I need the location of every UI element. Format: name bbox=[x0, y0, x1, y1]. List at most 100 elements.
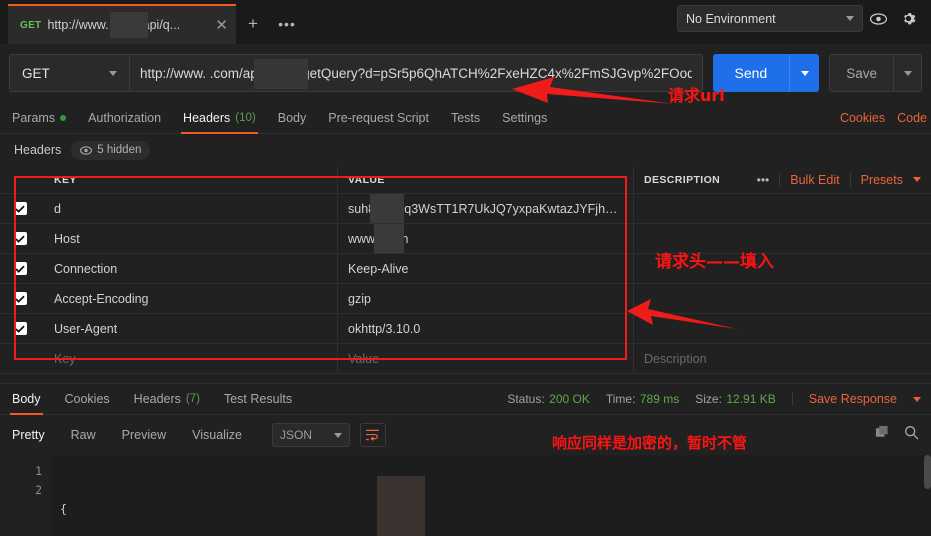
environment-selected-label: No Environment bbox=[686, 11, 776, 26]
search-icon[interactable] bbox=[904, 425, 919, 445]
copy-icon[interactable] bbox=[875, 425, 890, 445]
divider bbox=[849, 172, 851, 187]
save-response-button[interactable]: Save Response bbox=[809, 392, 897, 406]
header-value: Keep-Alive bbox=[348, 261, 409, 276]
table-row[interactable]: Connection Keep-Alive bbox=[0, 254, 931, 284]
tab-label: Authorization bbox=[88, 110, 162, 125]
size-label: Size: bbox=[695, 392, 722, 406]
tab-label: Body bbox=[12, 392, 41, 406]
row-checkbox[interactable] bbox=[13, 292, 27, 305]
header-value: gzip bbox=[348, 291, 371, 306]
tab-pre-request-script[interactable]: Pre-request Script bbox=[328, 102, 429, 134]
eye-icon[interactable] bbox=[863, 5, 893, 32]
code-link[interactable]: Code bbox=[897, 111, 927, 125]
code-line-text: { bbox=[60, 502, 67, 516]
header-key: Accept-Encoding bbox=[54, 291, 149, 306]
row-checkbox[interactable] bbox=[13, 232, 27, 245]
header-key: d bbox=[54, 201, 61, 216]
response-body-toolbar: Pretty Raw Preview Visualize JSON bbox=[0, 415, 931, 455]
new-header-description-input: Description bbox=[644, 351, 707, 366]
tab-params[interactable]: Params bbox=[12, 102, 67, 134]
table-row[interactable]: Host www. .com bbox=[0, 224, 931, 254]
word-wrap-icon[interactable] bbox=[359, 423, 386, 447]
response-tab-body[interactable]: Body bbox=[10, 383, 42, 415]
send-options-button[interactable] bbox=[789, 54, 819, 92]
view-tab-preview[interactable]: Preview bbox=[122, 428, 166, 442]
response-body-code[interactable]: 1 2 { "d": "OCZVDwF7iM0DWJzQ0nQ5zkL5WVgU… bbox=[0, 455, 931, 536]
header-value-redaction bbox=[374, 224, 404, 253]
save-options-button[interactable] bbox=[893, 55, 921, 91]
bulk-edit-button[interactable]: Bulk Edit bbox=[790, 173, 839, 187]
chevron-down-icon bbox=[109, 70, 117, 76]
hidden-headers-label: 5 hidden bbox=[97, 144, 142, 156]
row-checkbox[interactable] bbox=[13, 202, 27, 215]
column-key: KEY bbox=[54, 173, 77, 186]
tab-body[interactable]: Body bbox=[278, 102, 307, 134]
view-tab-pretty[interactable]: Pretty bbox=[12, 428, 45, 442]
status-value: 200 OK bbox=[549, 392, 590, 406]
request-tab[interactable]: GET http://www. .com/api/q... ✕ bbox=[8, 4, 236, 44]
chevron-down-icon bbox=[800, 70, 809, 76]
response-tab-headers[interactable]: Headers (7) bbox=[134, 383, 200, 415]
row-checkbox[interactable] bbox=[13, 262, 27, 275]
save-button[interactable]: Save bbox=[829, 54, 922, 92]
tab-label: Cookies bbox=[64, 392, 110, 406]
table-row[interactable]: d suh8B BRq3WsTT1R7UkJQ7yxpaKwtazJYFjh… bbox=[0, 194, 931, 224]
code-redaction bbox=[377, 476, 425, 536]
response-headers-count: (7) bbox=[185, 393, 200, 405]
status-label: Status: bbox=[507, 392, 545, 406]
annotation-label-headers: 请求头——填入 bbox=[655, 252, 774, 272]
response-tab-test-results[interactable]: Test Results bbox=[224, 383, 292, 415]
http-method-select[interactable]: GET bbox=[9, 54, 129, 92]
format-select[interactable]: JSON bbox=[271, 423, 350, 447]
view-tab-visualize[interactable]: Visualize bbox=[192, 428, 242, 442]
column-value: VALUE bbox=[348, 173, 385, 186]
headers-more-button[interactable]: ••• bbox=[757, 173, 770, 187]
environment-select[interactable]: No Environment bbox=[677, 5, 863, 32]
time-label: Time: bbox=[605, 392, 636, 406]
line-number: 1 bbox=[35, 464, 42, 478]
annotation-label-url: 请求url bbox=[668, 86, 725, 105]
header-value-redaction bbox=[370, 194, 404, 223]
new-header-value-input: Value bbox=[348, 351, 380, 366]
headers-panel-title: Headers bbox=[14, 143, 62, 157]
response-tab-cookies[interactable]: Cookies bbox=[65, 383, 110, 415]
scrollbar-thumb[interactable] bbox=[924, 455, 931, 489]
row-checkbox[interactable] bbox=[13, 322, 27, 335]
tab-label: Tests bbox=[450, 110, 481, 125]
tab-label: Params bbox=[12, 110, 56, 125]
line-number: 2 bbox=[35, 483, 42, 497]
tab-more-button[interactable]: ••• bbox=[270, 4, 304, 44]
hidden-headers-toggle[interactable]: 5 hidden bbox=[71, 140, 151, 160]
close-icon[interactable]: ✕ bbox=[215, 18, 228, 33]
chevron-down-icon bbox=[913, 177, 921, 182]
tab-authorization[interactable]: Authorization bbox=[88, 102, 161, 134]
code-scrollbar[interactable] bbox=[924, 455, 931, 536]
table-row[interactable]: User-Agent okhttp/3.10.0 bbox=[0, 314, 931, 344]
time-value: 789 ms bbox=[639, 392, 680, 406]
tab-title-redaction bbox=[110, 12, 148, 38]
chevron-down-icon bbox=[333, 432, 342, 438]
new-tab-button[interactable]: + bbox=[236, 4, 270, 44]
presets-button[interactable]: Presets bbox=[861, 173, 903, 187]
url-input[interactable]: http://www. .com/api/query/getQuery?d=pS… bbox=[129, 54, 703, 92]
chevron-down-icon bbox=[846, 16, 854, 21]
tab-headers[interactable]: Headers (10) bbox=[181, 102, 258, 134]
tab-label: Settings bbox=[502, 110, 548, 125]
header-key: User-Agent bbox=[54, 321, 118, 336]
gear-icon[interactable] bbox=[893, 5, 923, 32]
new-header-row[interactable]: Key Value Description bbox=[0, 344, 931, 374]
tab-label: Body bbox=[277, 110, 307, 125]
view-tab-raw[interactable]: Raw bbox=[71, 428, 96, 442]
tab-tests[interactable]: Tests bbox=[451, 102, 480, 134]
table-row[interactable]: Accept-Encoding gzip bbox=[0, 284, 931, 314]
code-content: { "d": "OCZVDwF7iM0DWJzQ0nQ5zkL5WVgUBCi/… bbox=[60, 462, 931, 536]
tab-settings[interactable]: Settings bbox=[502, 102, 547, 134]
header-value: okhttp/3.10.0 bbox=[348, 321, 421, 336]
send-button[interactable]: Send bbox=[712, 54, 820, 92]
header-key: Host bbox=[54, 231, 80, 246]
params-modified-dot bbox=[60, 114, 67, 121]
cookies-link[interactable]: Cookies bbox=[840, 111, 885, 125]
eye-icon bbox=[80, 145, 93, 155]
chevron-down-icon bbox=[903, 70, 912, 76]
